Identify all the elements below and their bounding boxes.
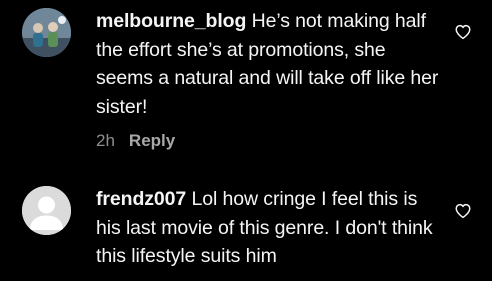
comment-item: frendz007 Lol how cringe I feel this is … — [0, 178, 492, 281]
comment-username[interactable]: melbourne_blog — [96, 10, 246, 32]
reply-button[interactable]: Reply — [129, 127, 175, 155]
heart-outline-icon[interactable] — [454, 23, 472, 41]
comment-username[interactable]: frendz007 — [96, 188, 186, 210]
comment-body: frendz007 Lol how cringe I feel this is … — [96, 185, 442, 271]
default-avatar-icon — [22, 186, 71, 235]
comment-meta: 2h Reply — [96, 127, 175, 155]
avatar[interactable] — [22, 8, 71, 57]
profile-photo-icon — [22, 8, 71, 57]
avatar[interactable] — [22, 186, 71, 235]
comment-timestamp: 2h — [96, 131, 115, 150]
comment-item: melbourne_blog He’s not making half the … — [0, 0, 492, 170]
comment-body: melbourne_blog He’s not making half the … — [96, 7, 442, 121]
heart-outline-icon[interactable] — [454, 202, 472, 220]
